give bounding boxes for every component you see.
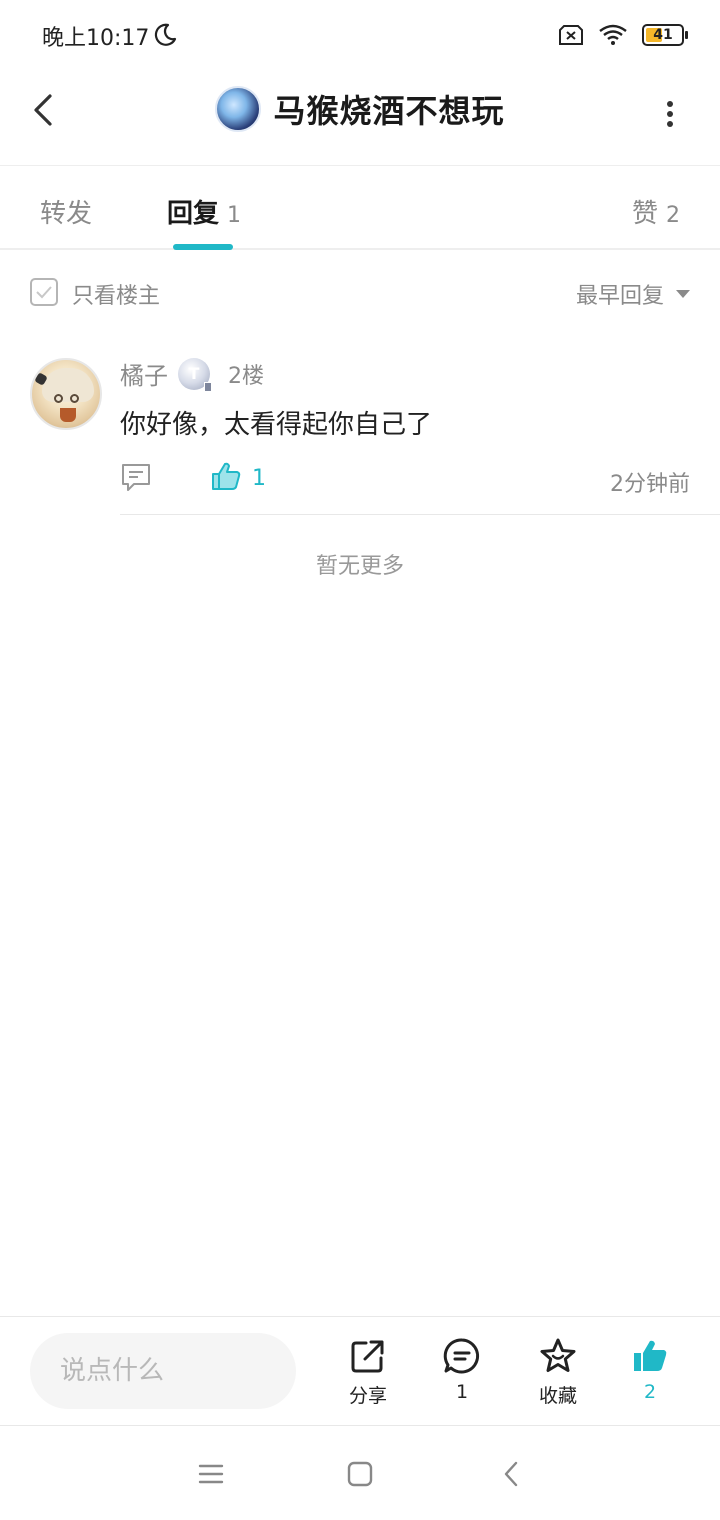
share-label: 分享 [348, 1385, 387, 1407]
home-square-icon[interactable] [346, 1460, 374, 1488]
title-bar: 马猴烧酒不想玩 [0, 70, 720, 166]
thumbs-up-icon[interactable] [210, 460, 242, 492]
like-button[interactable]: 2 [614, 1337, 686, 1409]
battery-level: 41 [653, 27, 673, 43]
wifi-icon [599, 24, 627, 45]
reply-actions: 1 2分钟前 [120, 458, 690, 498]
comment-count: 1 [455, 1381, 469, 1403]
tab-label: 赞 [631, 199, 658, 229]
filter-row: 只看楼主 最早回复 [0, 270, 720, 316]
reply-text: 你好像，太看得起你自己了 [120, 410, 433, 440]
level-badge-text: T [188, 364, 200, 383]
bottom-action-bar: 分享 1 收藏 2 [0, 1316, 720, 1424]
caret-down-icon [676, 290, 690, 298]
system-nav-bar [0, 1425, 720, 1520]
tab-bar: 转发 回复 1 赞 2 [0, 167, 720, 250]
tab-forward[interactable]: 转发 [40, 193, 92, 230]
status-time: 晚上10:17 [42, 26, 150, 51]
comment-bubble-icon [443, 1338, 480, 1374]
comment-icon[interactable] [120, 462, 152, 492]
only-op-label[interactable]: 只看楼主 [72, 278, 160, 310]
share-button[interactable]: 分享 [332, 1337, 404, 1409]
level-badge: T [178, 357, 212, 392]
page-title: 马猴烧酒不想玩 [273, 92, 505, 130]
star-icon [540, 1338, 576, 1372]
favorite-button[interactable]: 收藏 [522, 1337, 594, 1409]
tab-label: 回复 [167, 199, 220, 229]
status-bar: 晚上10:17 41 [0, 0, 720, 70]
reply-item: 橘子 T 2楼 你好像，太看得起你自己了 1 2分钟前 [0, 354, 720, 516]
comment-input[interactable] [30, 1333, 296, 1409]
check-icon [36, 286, 52, 299]
menu-icon[interactable] [197, 1460, 225, 1488]
sim-no-signal-icon [559, 25, 583, 45]
avatar[interactable] [30, 358, 102, 430]
sort-label: 最早回复 [575, 284, 664, 309]
avatar[interactable] [215, 86, 262, 132]
back-triangle-icon[interactable] [498, 1460, 526, 1488]
favorite-label: 收藏 [538, 1385, 577, 1407]
only-op-checkbox[interactable] [30, 278, 58, 306]
share-icon [351, 1340, 384, 1373]
reply-time: 2分钟前 [610, 472, 690, 497]
tab-label: 转发 [40, 199, 93, 229]
moon-icon [154, 23, 177, 46]
reply-floor: 2楼 [228, 363, 264, 389]
comment-button[interactable]: 1 [426, 1337, 498, 1409]
thumbs-up-filled-icon [634, 1340, 667, 1371]
title-group: 马猴烧酒不想玩 [0, 86, 720, 132]
battery-icon: 41 [642, 24, 688, 46]
reply-like-count: 1 [252, 466, 266, 491]
tab-replies[interactable]: 回复 1 [167, 193, 241, 230]
sort-dropdown[interactable]: 最早回复 [576, 278, 690, 310]
no-more-text: 暂无更多 [315, 554, 404, 579]
like-count: 2 [643, 1381, 657, 1403]
reply-user-row: 橘子 T 2楼 [120, 356, 264, 392]
reply-username[interactable]: 橘子 [120, 356, 168, 391]
tab-likes[interactable]: 赞 2 [632, 193, 680, 230]
tab-count: 2 [666, 203, 680, 228]
more-vertical-icon[interactable] [660, 96, 680, 132]
tab-indicator [173, 244, 233, 250]
tab-count: 1 [227, 203, 242, 228]
divider [120, 514, 720, 515]
status-icons: 41 [558, 22, 688, 48]
